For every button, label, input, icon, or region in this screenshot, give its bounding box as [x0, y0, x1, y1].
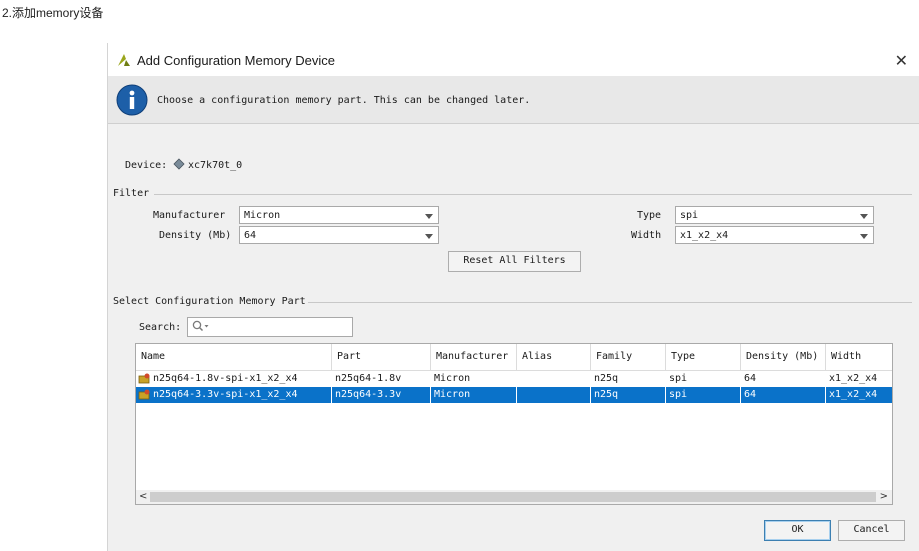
chevron-down-icon: [860, 214, 868, 219]
cell-width: x1_x2_x4: [829, 389, 878, 400]
cell-name: n25q64-3.3v-spi-x1_x2_x4: [150, 387, 332, 403]
memory-part-icon: [138, 373, 150, 388]
scroll-left-icon[interactable]: <: [139, 490, 147, 504]
cell-manufacturer: Micron: [434, 373, 471, 384]
width-label: Width: [631, 230, 662, 241]
column-header-name[interactable]: Name: [136, 344, 332, 370]
manufacturer-value: Micron: [244, 210, 281, 221]
cell-type: spi: [666, 387, 741, 403]
cell-alias: [517, 387, 591, 403]
cell-name: n25q64-1.8v-spi-x1_x2_x4: [153, 373, 298, 384]
density-select[interactable]: 64: [239, 226, 439, 244]
horizontal-scrollbar[interactable]: < >: [136, 490, 892, 504]
device-value: xc7k70t_0: [188, 160, 243, 171]
filter-divider: [154, 194, 912, 195]
manufacturer-select[interactable]: Micron: [239, 206, 439, 224]
column-header-alias[interactable]: Alias: [517, 344, 591, 370]
chevron-down-icon: [425, 214, 433, 219]
column-header-density[interactable]: Density (Mb): [741, 344, 826, 370]
info-banner: Choose a configuration memory part. This…: [108, 76, 919, 124]
column-header-width[interactable]: Width: [826, 344, 892, 370]
cell-manufacturer: Micron: [431, 387, 517, 403]
table-row-selected[interactable]: n25q64-3.3v-spi-x1_x2_x4 n25q64-3.3v Mic…: [136, 387, 892, 403]
column-header-part[interactable]: Part: [332, 344, 431, 370]
filter-section-label: Filter: [113, 188, 150, 199]
width-value: x1_x2_x4: [680, 230, 729, 241]
chip-icon: [173, 158, 185, 173]
ok-button[interactable]: OK: [764, 520, 831, 541]
width-select[interactable]: x1_x2_x4: [675, 226, 874, 244]
part-divider: [308, 302, 912, 303]
manufacturer-label: Manufacturer: [153, 210, 226, 221]
cell-density: 64: [741, 387, 826, 403]
info-text: Choose a configuration memory part. This…: [157, 95, 531, 106]
cell-density: 64: [744, 373, 757, 384]
type-value: spi: [680, 210, 699, 221]
search-icon: [192, 320, 210, 336]
cell-part: n25q64-1.8v: [335, 373, 402, 384]
chevron-down-icon: [425, 234, 433, 239]
cell-alias: [517, 371, 591, 387]
memory-part-icon: [138, 389, 150, 404]
cancel-button[interactable]: Cancel: [838, 520, 905, 541]
table-row[interactable]: n25q64-1.8v-spi-x1_x2_x4 n25q64-1.8v Mic…: [136, 371, 892, 387]
chevron-down-icon: [860, 234, 868, 239]
scroll-right-icon[interactable]: >: [880, 490, 888, 504]
cell-part: n25q64-3.3v: [332, 387, 431, 403]
cell-type: spi: [669, 373, 688, 384]
vivado-logo-icon: [116, 52, 132, 71]
part-section-label: Select Configuration Memory Part: [113, 296, 306, 307]
reset-all-filters-button[interactable]: Reset All Filters: [448, 251, 581, 272]
density-value: 64: [244, 230, 257, 241]
table-header: Name Part Manufacturer Alias Family Type…: [136, 344, 892, 371]
dialog-titlebar: Add Configuration Memory Device ✕: [108, 43, 919, 76]
scrollbar-thumb[interactable]: [150, 492, 876, 502]
info-icon: [116, 84, 148, 119]
column-header-type[interactable]: Type: [666, 344, 741, 370]
search-input[interactable]: [187, 317, 353, 337]
type-label: Type: [637, 210, 662, 221]
type-select[interactable]: spi: [675, 206, 874, 224]
dialog-title: Add Configuration Memory Device: [137, 53, 335, 68]
device-label: Device:: [125, 160, 168, 171]
column-header-manufacturer[interactable]: Manufacturer: [431, 344, 517, 370]
search-label: Search:: [139, 322, 182, 333]
memory-part-table: Name Part Manufacturer Alias Family Type…: [135, 343, 893, 505]
cell-width: x1_x2_x4: [829, 373, 878, 384]
close-icon[interactable]: ✕: [895, 51, 908, 71]
page-caption: 2.添加memory设备: [2, 6, 104, 20]
add-memory-device-dialog: Add Configuration Memory Device ✕ Choose…: [107, 43, 919, 551]
cell-family: n25q: [591, 387, 666, 403]
cell-family: n25q: [594, 373, 619, 384]
density-label: Density (Mb): [159, 230, 232, 241]
column-header-family[interactable]: Family: [591, 344, 666, 370]
